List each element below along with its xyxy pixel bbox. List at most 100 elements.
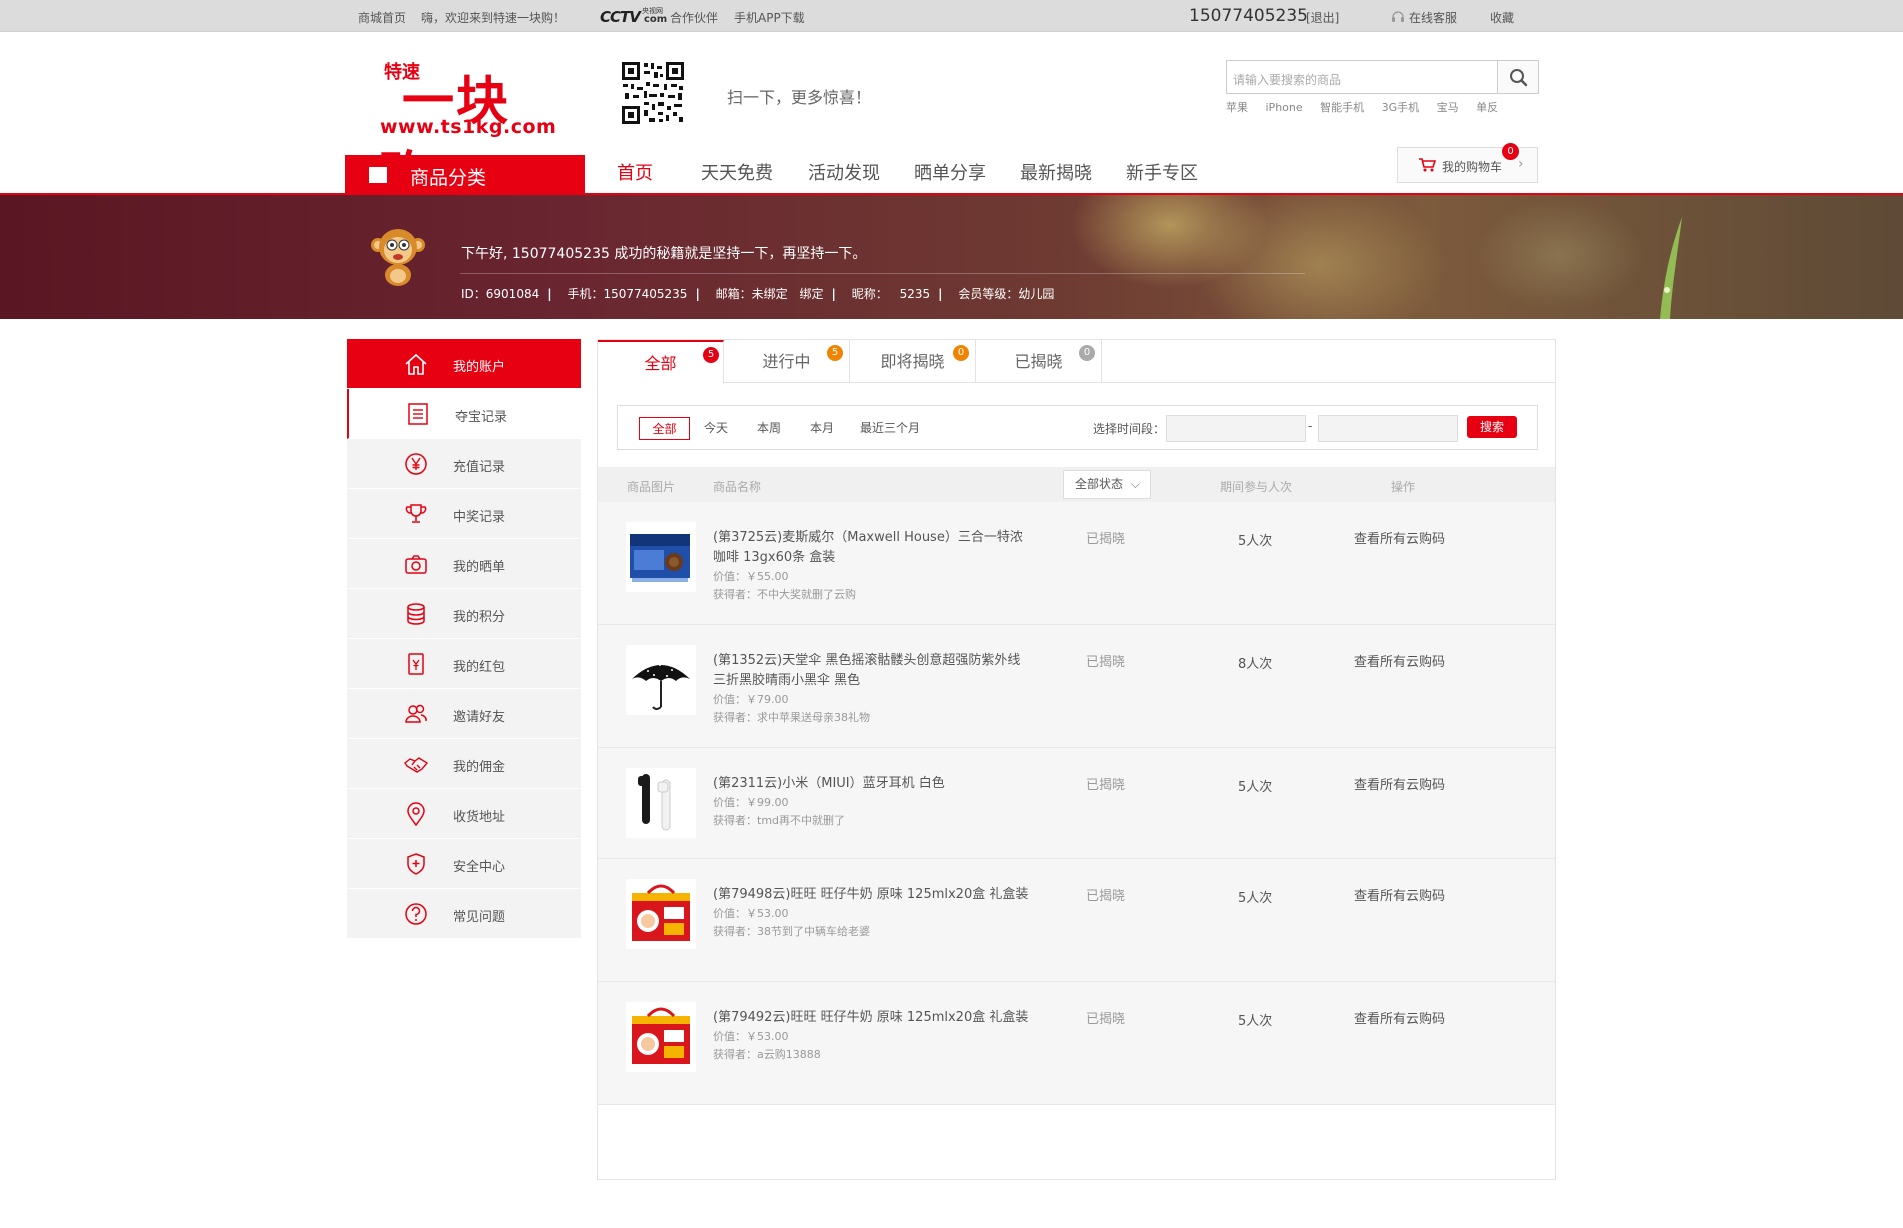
product-image[interactable] [626,879,696,949]
table-row: (第2311云)小米（MIUI）蓝牙耳机 白色 价值：￥99.00 获得者：tm… [598,748,1555,859]
sidebar-item-account[interactable]: 我的账户 [347,339,581,389]
view-codes-link[interactable]: 查看所有云购码 [1354,651,1445,670]
hotword-link[interactable]: 苹果 [1226,101,1248,114]
grass-decoration [1660,217,1682,319]
tab-revealed[interactable]: 已揭晓 0 [976,340,1102,383]
cart-button[interactable]: 我的购物车 0 › [1397,143,1538,183]
filter-week-button[interactable]: 本周 [757,417,781,440]
nav-activities[interactable]: 活动发现 [808,159,880,185]
tab-all[interactable]: 全部 5 [598,340,724,384]
view-codes-link[interactable]: 查看所有云购码 [1354,774,1445,793]
status-tabs: 全部 5 进行中 5 即将揭晓 0 已揭晓 0 [598,340,1555,384]
user-email: 邮箱：未绑定 [715,287,788,301]
hotword-link[interactable]: 3G手机 [1382,101,1420,114]
product-name[interactable]: (第3725云)麦斯威尔（Maxwell House）三合一特浓咖啡 13gx6… [713,528,1033,568]
user-nickname-label: 昵称： [851,287,888,301]
trophy-icon [405,504,427,523]
logout-link[interactable]: [退出] [1306,9,1339,26]
nav-home[interactable]: 首页 [617,159,653,185]
search-input[interactable]: 请输入要搜索的商品 [1226,60,1498,94]
hotword-link[interactable]: 智能手机 [1320,101,1364,114]
sidebar-item-address[interactable]: 收货地址 [347,789,581,839]
view-codes-link[interactable]: 查看所有云购码 [1354,885,1445,904]
chevron-down-icon: ⌵ [1130,477,1140,491]
user-phone-info: 手机：15077405235 [567,287,688,301]
partner-link[interactable]: 合作伙伴 [670,9,718,26]
nav-newbie[interactable]: 新手专区 [1126,159,1198,185]
online-service-link[interactable]: 在线客服 [1409,9,1457,26]
product-price: ￥53.00 [746,907,789,920]
search-button[interactable] [1497,60,1539,94]
records-panel: 全部 5 进行中 5 即将揭晓 0 已揭晓 0 全部 今天 本周 本月 最近三个… [597,339,1556,1180]
nav-latest[interactable]: 最新揭晓 [1020,159,1092,185]
sidebar-item-my-share[interactable]: 我的晒单 [347,539,581,589]
tab-count-badge: 0 [1079,345,1095,361]
table-row: (第3725云)麦斯威尔（Maxwell House）三合一特浓咖啡 13gx6… [598,502,1555,625]
sidebar-item-points[interactable]: 我的积分 [347,589,581,639]
nav-daily-free[interactable]: 天天免费 [701,159,773,185]
headset-icon [1392,11,1404,22]
sidebar-item-winning[interactable]: 中奖记录 [347,489,581,539]
camera-icon [405,555,427,574]
record-status: 已揭晓 [1086,778,1126,793]
start-date-input[interactable] [1166,415,1306,442]
status-filter-dropdown[interactable]: 全部状态 ⌵ [1063,470,1151,499]
hotword-link[interactable]: iPhone [1266,101,1303,114]
sidebar: 我的账户 夺宝记录 充值记录 中奖记录 我的晒单 我的积分 我的红包 邀请好友 … [347,339,581,939]
category-menu-button[interactable]: 商品分类 [345,155,585,194]
filter-month-button[interactable]: 本月 [810,417,834,440]
sidebar-item-recharge[interactable]: 充值记录 [347,439,581,489]
user-phone[interactable]: 15077405235 [1189,6,1308,26]
hotword-link[interactable]: 单反 [1476,101,1498,114]
greeting-text: 下午好, 15077405235 成功的秘籍就是坚持一下，再坚持一下。 [461,246,867,262]
filter-search-button[interactable]: 搜索 [1467,416,1517,438]
end-date-input[interactable] [1318,415,1458,442]
record-status: 已揭晓 [1086,655,1126,670]
bind-email-link[interactable]: 绑定 [800,287,824,301]
product-image[interactable] [626,768,696,838]
participation-count: 5人次 [1238,780,1273,795]
user-info: ID：6901084 | 手机：15077405235 | 邮箱：未绑定 绑定 | 昵… [461,287,1055,301]
record-status: 已揭晓 [1086,889,1126,904]
sidebar-item-faq[interactable]: 常见问题 [347,889,581,939]
sidebar-item-commission[interactable]: 我的佣金 [347,739,581,789]
tab-upcoming[interactable]: 即将揭晓 0 [850,340,976,383]
location-icon [407,802,425,827]
table-row: (第79498云)旺旺 旺仔牛奶 原味 125mlx20盒 礼盒装 价值：￥53… [598,859,1555,982]
filter-three-months-button[interactable]: 最近三个月 [860,417,920,440]
table-row: (第1352云)天堂伞 黑色摇滚骷髅头创意超强防紫外线三折黑胶晴雨小黑伞 黑色 … [598,625,1555,748]
app-download-link[interactable]: 手机APP下载 [734,9,805,26]
cctv-logo[interactable]: CCTV 央视网 com [600,6,670,26]
tab-count-badge: 5 [703,347,719,363]
sidebar-item-snatch-records[interactable]: 夺宝记录 [347,389,581,439]
nav-share[interactable]: 晒单分享 [914,159,986,185]
product-image[interactable] [626,645,696,715]
mall-home-link[interactable]: 商城首页 [358,9,406,26]
member-level: 会员等级：幼儿园 [958,287,1055,301]
filter-all-button[interactable]: 全部 [639,417,690,440]
sidebar-item-invite[interactable]: 邀请好友 [347,689,581,739]
product-name[interactable]: (第2311云)小米（MIUI）蓝牙耳机 白色 [713,774,1033,794]
product-name[interactable]: (第79498云)旺旺 旺仔牛奶 原味 125mlx20盒 礼盒装 [713,885,1033,905]
handshake-icon [404,757,429,773]
product-image[interactable] [626,522,696,592]
filter-bar: 全部 今天 本周 本月 最近三个月 选择时间段： - 搜索 [617,405,1538,450]
sidebar-item-security[interactable]: 安全中心 [347,839,581,889]
tab-in-progress[interactable]: 进行中 5 [724,340,850,383]
filter-today-button[interactable]: 今天 [704,417,728,440]
record-status: 已揭晓 [1086,532,1126,547]
sidebar-item-red-packet[interactable]: 我的红包 [347,639,581,689]
hotword-link[interactable]: 宝马 [1437,101,1459,114]
table-header: 商品图片 商品名称 全部状态 ⌵ 期间参与人次 操作 [598,467,1555,502]
view-codes-link[interactable]: 查看所有云购码 [1354,1008,1445,1027]
tab-count-badge: 5 [827,345,843,361]
product-image[interactable] [626,1002,696,1072]
site-logo[interactable]: 特速 一块购 www.ts1kg.com [378,55,556,207]
participation-count: 5人次 [1238,891,1273,906]
product-name[interactable]: (第1352云)天堂伞 黑色摇滚骷髅头创意超强防紫外线三折黑胶晴雨小黑伞 黑色 [713,651,1033,691]
product-name[interactable]: (第79492云)旺旺 旺仔牛奶 原味 125mlx20盒 礼盒装 [713,1008,1033,1028]
view-codes-link[interactable]: 查看所有云购码 [1354,528,1445,547]
participation-count: 8人次 [1238,657,1273,672]
product-price: ￥53.00 [746,1030,789,1043]
favorite-link[interactable]: 收藏 [1490,9,1514,26]
